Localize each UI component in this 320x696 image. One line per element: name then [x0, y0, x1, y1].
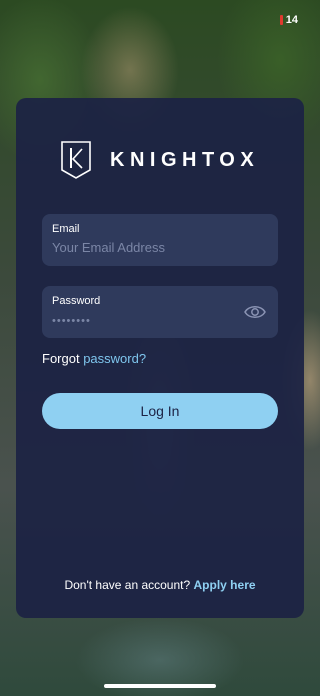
home-indicator[interactable] [104, 684, 216, 688]
email-label: Email [52, 223, 80, 235]
signup-row: Don't have an account? Apply here [16, 578, 304, 592]
password-field[interactable]: Password [42, 286, 278, 338]
forgot-password-row: Forgot password? [42, 351, 146, 366]
password-label: Password [52, 295, 101, 307]
signup-prompt: Don't have an account? [64, 578, 191, 592]
forgot-password-link[interactable]: password? [83, 351, 146, 366]
login-button[interactable]: Log In [42, 393, 278, 429]
login-card: KNIGHTOX Email Password Forgot password?… [16, 98, 304, 618]
email-field[interactable]: Email [42, 214, 278, 266]
battery-level: 14 [285, 14, 298, 26]
battery-indicator: 14 [279, 14, 298, 26]
battery-low-icon [279, 15, 283, 25]
brand-name: KNIGHTOX [110, 148, 260, 171]
eye-icon[interactable] [244, 302, 266, 322]
status-bar: 14 [0, 0, 320, 40]
apply-here-link[interactable]: Apply here [194, 578, 256, 592]
email-input[interactable] [52, 240, 242, 255]
knight-shield-k-icon [61, 141, 91, 179]
forgot-prefix: Forgot [42, 351, 80, 366]
password-input[interactable] [52, 312, 242, 327]
brand-logo: KNIGHTOX [60, 140, 259, 180]
